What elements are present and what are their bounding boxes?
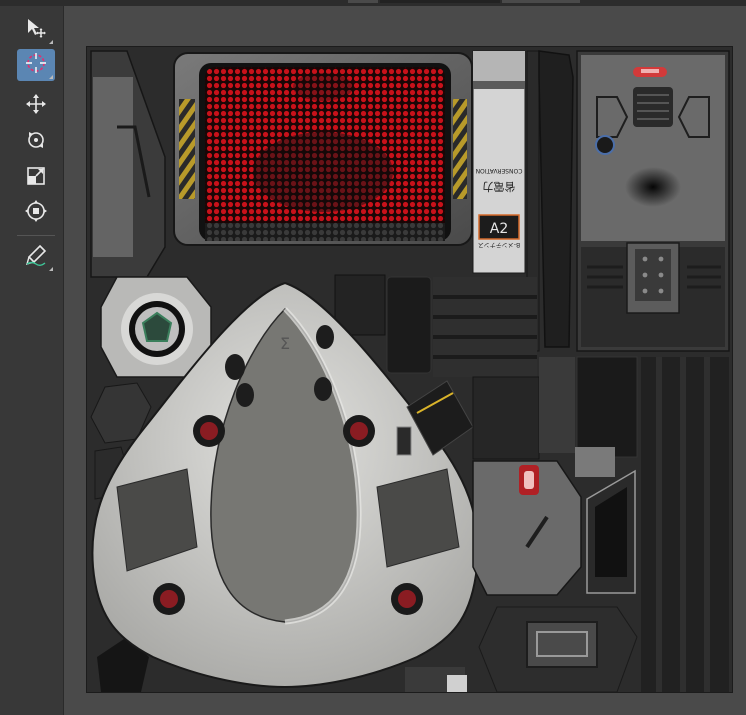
brush-icon [24,243,48,271]
submenu-indicator [49,267,53,271]
panel-kanji-text: 省電力 [483,180,516,193]
select-move-tool-button[interactable] [17,14,55,46]
transform-icon [24,199,48,227]
submenu-indicator [49,40,53,44]
scale-tool-button[interactable] [17,162,55,194]
uv-viewport[interactable]: CONSERVATION 省電力 A2 B-メンテナンス Σ [64,6,746,715]
top-strip-mark [348,0,378,3]
transform-tool-button[interactable] [17,197,55,229]
select-move-icon [24,16,48,44]
submenu-indicator [49,75,53,79]
top-strip-mark [502,0,580,3]
rotate-tool-button[interactable] [17,126,55,158]
brush-tool-button[interactable] [17,241,55,273]
panel-small-text: CONSERVATION [476,167,523,174]
panel-a2-label: A2 [490,221,508,237]
toolbar-separator [17,235,55,236]
tool-palette [0,6,64,715]
panel-maintenance-text: B-メンテナンス [478,241,520,248]
move-icon [24,92,48,120]
target-select-icon [24,51,48,79]
rotate-icon [24,128,48,156]
texture-image: CONSERVATION 省電力 A2 B-メンテナンス Σ [86,46,733,693]
top-strip-mark [380,0,500,3]
scale-icon [24,164,48,192]
target-select-tool-button[interactable] [17,49,55,81]
move-tool-button[interactable] [17,90,55,122]
sigma-glyph: Σ [280,334,290,353]
